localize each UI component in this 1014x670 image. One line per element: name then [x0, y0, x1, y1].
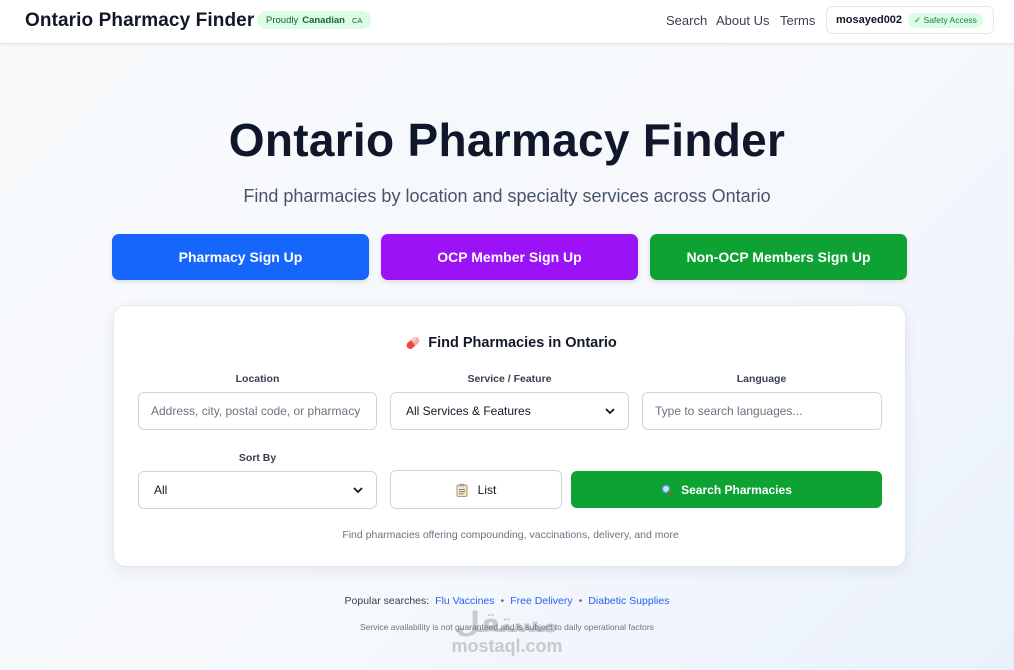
non-ocp-member-signup-button[interactable]: Non-OCP Members Sign Up: [650, 234, 907, 280]
safety-access-badge: ✓ Safety Access: [908, 12, 983, 28]
list-view-button[interactable]: List: [390, 470, 562, 509]
page-title: Ontario Pharmacy Finder: [228, 114, 786, 166]
sort-by-label: Sort By: [238, 452, 277, 464]
watermark-arabic: مستقل: [455, 606, 559, 639]
badge-prefix: Proudly: [266, 14, 299, 26]
search-pharmacies-button[interactable]: Search Pharmacies: [571, 471, 882, 508]
service-select[interactable]: All Services & Features: [390, 392, 629, 430]
search-hint-text: Find pharmacies offering compounding, va…: [342, 529, 679, 541]
brand-title[interactable]: Ontario Pharmacy Finder: [25, 10, 254, 32]
search-card-title: Find Pharmacies in Ontario: [114, 334, 907, 352]
search-card-title-text: Find Pharmacies in Ontario: [428, 335, 617, 351]
language-label: Language: [736, 373, 787, 385]
service-select-value: All Services & Features: [406, 404, 531, 418]
ocp-member-signup-button[interactable]: OCP Member Sign Up: [381, 234, 638, 280]
user-account-menu[interactable]: mosayed002 ✓ Safety Access: [826, 6, 994, 34]
list-button-label: List: [477, 482, 497, 497]
badge-country: Canadian: [302, 14, 345, 26]
sort-by-value: All: [154, 483, 168, 497]
username: mosayed002: [836, 14, 903, 26]
search-button-label: Search Pharmacies: [681, 482, 792, 497]
service-label: Service / Feature: [467, 373, 552, 385]
nav-about-link[interactable]: About Us: [716, 13, 769, 28]
nav-terms-link[interactable]: Terms: [780, 13, 815, 28]
pill-icon: [406, 337, 420, 349]
search-card: Find Pharmacies in Ontario Location Serv…: [113, 305, 906, 567]
location-input[interactable]: [138, 392, 377, 430]
location-label: Location: [235, 373, 280, 385]
chevron-down-icon: [605, 408, 615, 415]
badge-country-code: CA: [351, 15, 363, 25]
language-input[interactable]: [642, 392, 882, 430]
sort-by-select[interactable]: All: [138, 471, 377, 509]
proudly-canadian-badge: Proudly Canadian CA: [257, 11, 372, 29]
clipboard-icon: [456, 483, 468, 497]
top-navbar: Ontario Pharmacy Finder Proudly Canadian…: [0, 0, 1014, 44]
pharmacy-signup-button[interactable]: Pharmacy Sign Up: [112, 234, 369, 280]
watermark-latin: mostaql.com: [451, 636, 563, 656]
nav-search-link[interactable]: Search: [666, 13, 707, 28]
magnifier-icon: [661, 484, 674, 496]
page-subtitle: Find pharmacies by location and specialt…: [243, 186, 771, 206]
chevron-down-icon: [353, 487, 363, 494]
